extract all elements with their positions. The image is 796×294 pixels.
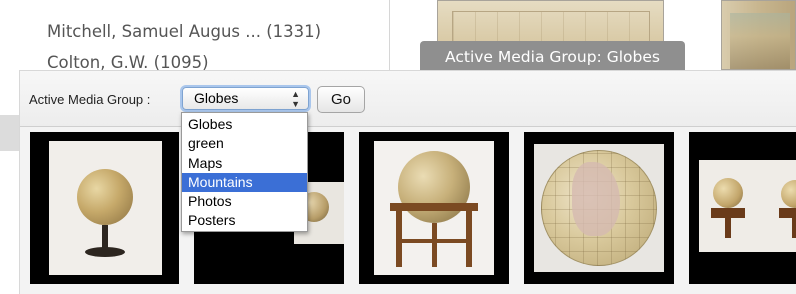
media-group-select[interactable]: Globes ▲ ▼ <box>182 87 309 110</box>
active-media-group-label: Active Media Group : <box>29 92 151 107</box>
thumbnail-image <box>534 144 664 272</box>
thumbnail-image <box>49 141 162 275</box>
thumbnail-image <box>374 141 494 275</box>
thumbnail-strip <box>30 132 796 284</box>
dropdown-option-posters[interactable]: Posters <box>182 211 307 230</box>
thumbnail-globe-wooden-stand[interactable] <box>359 132 509 284</box>
panel-toolbar: Active Media Group : Globes ▲ ▼ Go <box>20 71 796 127</box>
dropdown-option-photos[interactable]: Photos <box>182 192 307 211</box>
thumbnail-image <box>699 160 796 252</box>
go-button[interactable]: Go <box>317 86 365 113</box>
thumbnail-globe-iron-stand[interactable] <box>30 132 179 284</box>
media-group-select-value: Globes <box>194 90 239 106</box>
map-thumbnail-partial[interactable] <box>721 0 796 70</box>
up-down-arrows-icon: ▲ ▼ <box>291 89 300 109</box>
background-strip <box>0 115 20 151</box>
thumbnail-world-globe[interactable] <box>524 132 674 284</box>
dropdown-option-globes[interactable]: Globes <box>182 115 307 134</box>
thumbnail-pair-of-globes[interactable] <box>689 132 796 284</box>
dropdown-option-mountains[interactable]: Mountains <box>182 172 307 193</box>
dropdown-option-green[interactable]: green <box>182 134 307 153</box>
dropdown-option-maps[interactable]: Maps <box>182 154 307 173</box>
author-link-mitchell[interactable]: Mitchell, Samuel Augus ... (1331) <box>47 22 321 41</box>
media-group-dropdown[interactable]: Globes green Maps Mountains Photos Poste… <box>181 112 308 232</box>
author-list: Mitchell, Samuel Augus ... (1331) Colton… <box>0 0 390 72</box>
